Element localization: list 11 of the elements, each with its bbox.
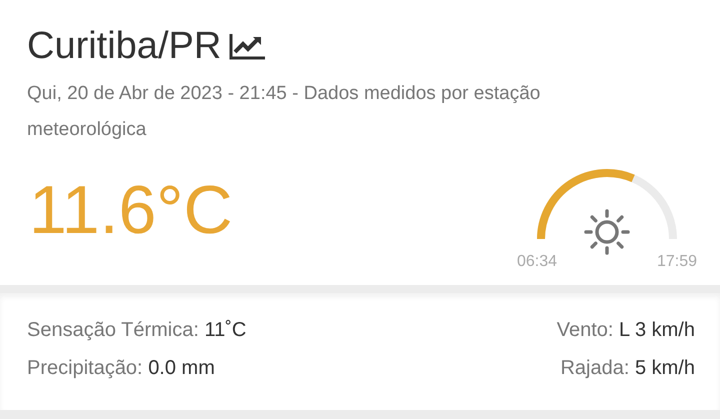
stat-text: Precipitação: 0.0 mm (27, 356, 215, 381)
sunset-time: 17:59 (656, 253, 697, 271)
stat-text: Vento: L 3 km/h (556, 318, 695, 343)
city-title: Curitiba/PR (27, 24, 222, 69)
stat-text: Sensação Térmica: 11˚C (27, 318, 246, 343)
sun-icon (584, 209, 630, 255)
stat-text: Rajada: 5 km/h (560, 356, 695, 381)
temperature-reading: 11.6°C (29, 171, 233, 250)
trend-chart-icon[interactable] (229, 32, 268, 60)
measurement-info: Qui, 20 de Abr de 2023 - 21:45 - Dados medidos por estação meteorológica (27, 82, 542, 142)
sunrise-time: 06:34 (517, 253, 558, 271)
